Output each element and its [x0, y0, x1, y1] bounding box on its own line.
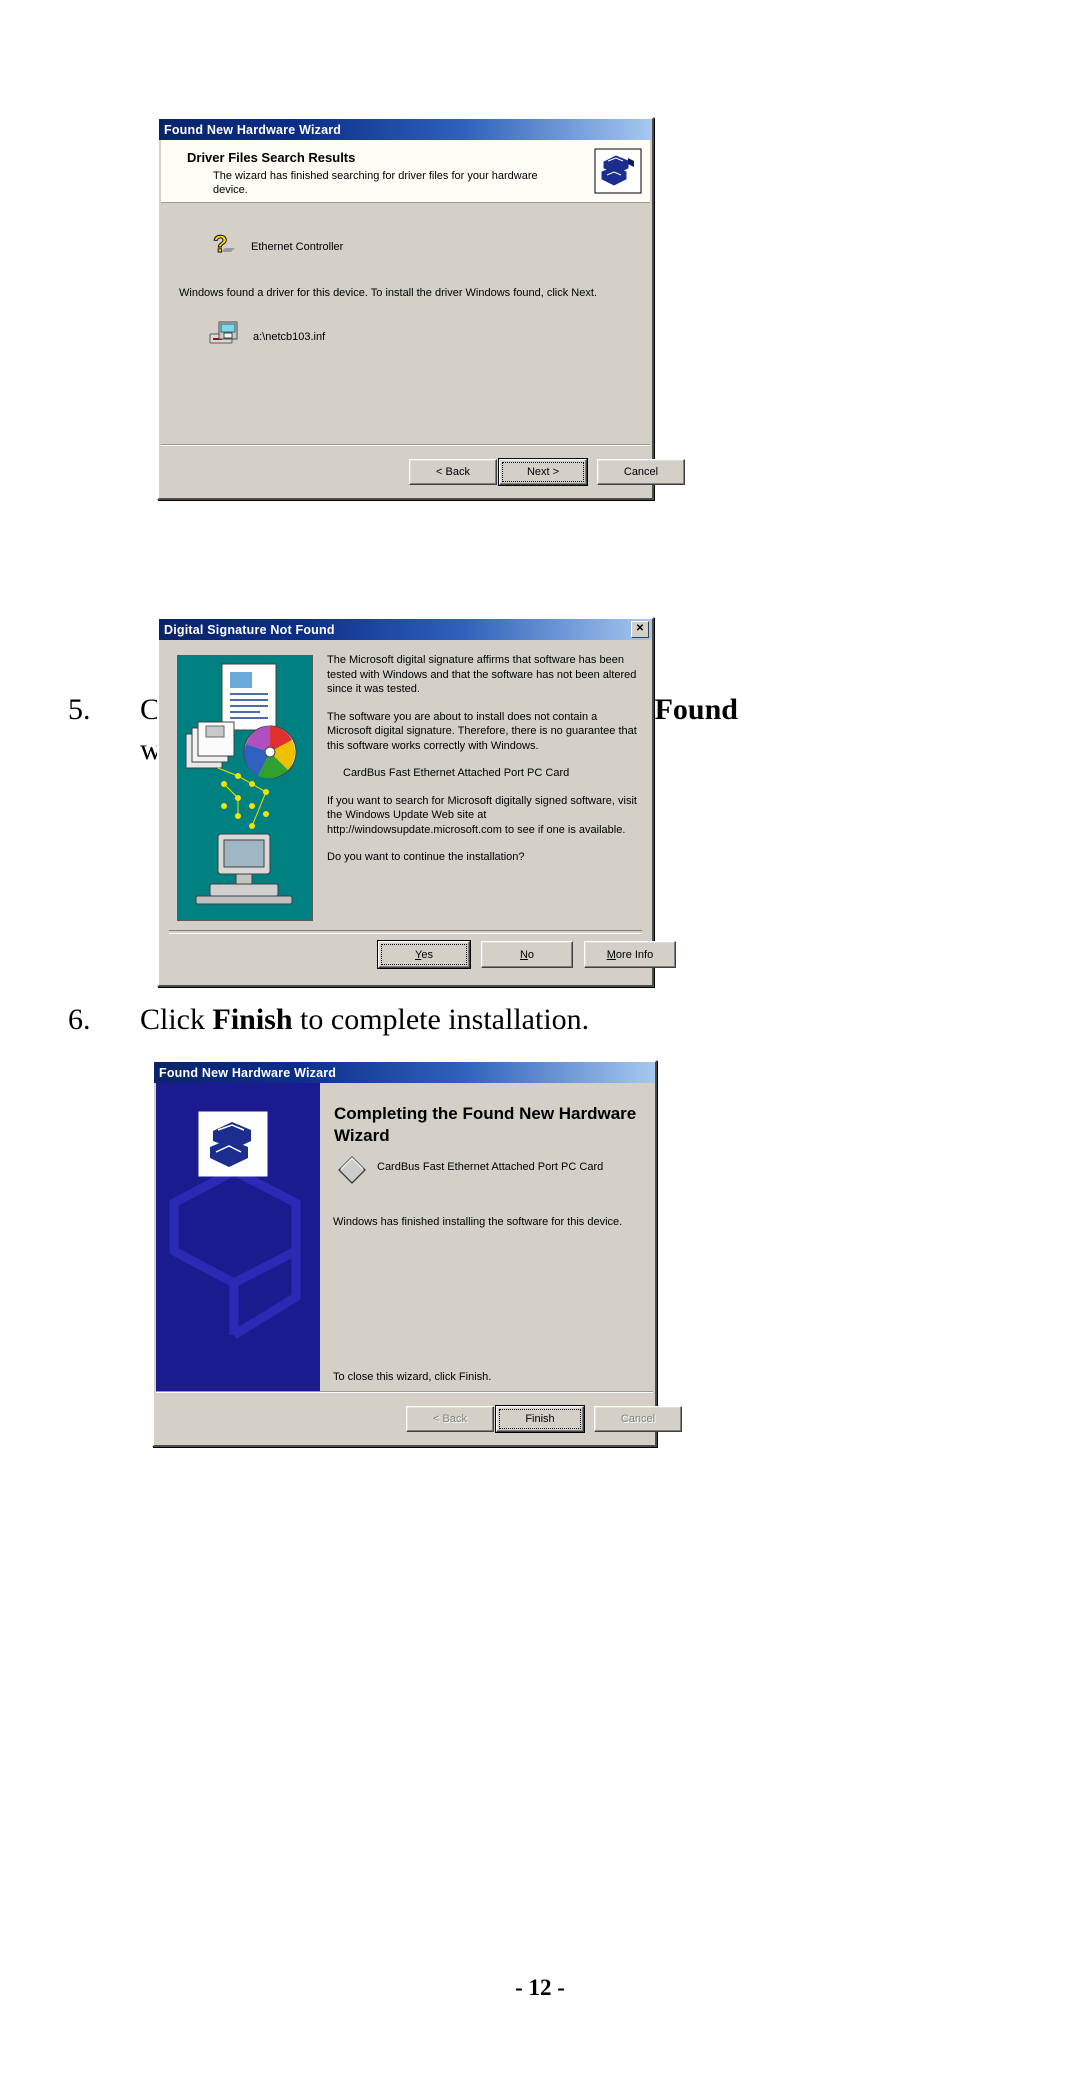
focus-ring — [502, 462, 584, 482]
back-button[interactable]: < Back — [406, 1406, 494, 1432]
wizard-header: Driver Files Search Results The wizard h… — [161, 140, 650, 203]
header-subtitle: The wizard has finished searching for dr… — [213, 170, 538, 196]
digital-signature-not-found-dialog: Digital Signature Not Found ✕ The Micros… — [157, 617, 676, 987]
wizard-footer: < Back Next > Cancel — [161, 444, 685, 496]
step-6: 6. Click Finish to complete installation… — [68, 1000, 968, 1040]
window-title: Found New Hardware Wizard — [164, 122, 342, 137]
completion-heading: Completing the Found New Hardware Wizard — [334, 1104, 637, 1145]
found-new-hardware-wizard-search-results: Found New Hardware Wizard Driver Files S… — [157, 117, 685, 500]
no-button[interactable]: No — [481, 941, 573, 968]
dialog-divider — [169, 930, 642, 934]
wizard-complete-body: Completing the Found New Hardware Wizard… — [321, 1083, 653, 1393]
header-title: Driver Files Search Results — [187, 150, 356, 165]
completion-status-text: Windows has finished installing the soft… — [333, 1216, 623, 1228]
window-title: Found New Hardware Wizard — [159, 1065, 337, 1080]
dialog-message: The Microsoft digital signature affirms … — [327, 653, 640, 878]
dsnf-paragraph-3: If you want to search for Microsoft digi… — [327, 794, 637, 836]
next-button[interactable]: Next > — [498, 458, 588, 486]
more-info-button[interactable]: More Info — [584, 941, 676, 968]
cancel-button[interactable]: Cancel — [597, 459, 685, 485]
dsnf-device-name: CardBus Fast Ethernet Attached Port PC C… — [343, 767, 570, 779]
signature-graphic — [177, 655, 313, 921]
detected-device-label: Ethernet Controller — [251, 240, 344, 253]
footer-divider — [156, 1391, 653, 1392]
diamond-device-icon — [337, 1155, 367, 1190]
close-icon[interactable]: ✕ — [631, 621, 649, 638]
back-button-label: < Back — [433, 1413, 467, 1425]
wizard-body: ? Ethernet Controller Windows found a dr… — [161, 203, 650, 446]
hardware-wizard-icon — [594, 148, 642, 194]
completion-close-text: To close this wizard, click Finish. — [333, 1371, 492, 1383]
driver-file-path: a:\netcb103.inf — [253, 330, 326, 343]
cancel-button-label: Cancel — [620, 1413, 656, 1425]
driver-found-message: Windows found a driver for this device. … — [179, 287, 597, 299]
titlebar: Found New Hardware Wizard — [159, 119, 652, 140]
dsnf-paragraph-4: Do you want to continue the installation… — [327, 851, 525, 863]
svg-text:?: ? — [213, 231, 228, 258]
yes-button[interactable]: Yes — [377, 940, 471, 969]
cancel-button-label: Cancel — [623, 466, 659, 478]
finish-button[interactable]: Finish — [495, 1405, 585, 1433]
page-number: - 12 - — [515, 1975, 565, 2000]
hardware-wizard-watermark — [156, 1083, 320, 1393]
wizard-footer: < Back Finish Cancel — [156, 1391, 682, 1443]
step-5-number: 5. — [68, 693, 91, 726]
back-button-label: < Back — [436, 466, 470, 478]
dsnf-paragraph-1: The Microsoft digital signature affirms … — [327, 654, 637, 695]
completion-device-name: CardBus Fast Ethernet Attached Port PC C… — [377, 1161, 604, 1173]
dsnf-paragraph-2: The software you are about to install do… — [327, 710, 637, 752]
step-6-number: 6. — [68, 1003, 91, 1036]
back-button[interactable]: < Back — [409, 459, 497, 485]
driver-file-row: a:\netcb103.inf — [209, 321, 325, 352]
window-title: Digital Signature Not Found — [164, 622, 335, 637]
driver-disk-icon — [209, 321, 239, 352]
cancel-button[interactable]: Cancel — [594, 1406, 682, 1432]
focus-ring — [381, 944, 467, 965]
detected-device-row: ? Ethernet Controller — [211, 230, 344, 263]
more-info-button-label: More Info — [606, 948, 654, 961]
question-mark-icon: ? — [211, 230, 237, 263]
focus-ring — [499, 1409, 581, 1429]
titlebar: Found New Hardware Wizard — [154, 1062, 655, 1083]
titlebar: Digital Signature Not Found ✕ — [159, 619, 652, 640]
footer-divider — [161, 444, 650, 445]
no-button-label: No — [519, 948, 535, 961]
step-6-text: Click Finish to complete installation. — [140, 1003, 590, 1036]
found-new-hardware-wizard-complete: Found New Hardware Wizard Completing the… — [152, 1060, 682, 1447]
